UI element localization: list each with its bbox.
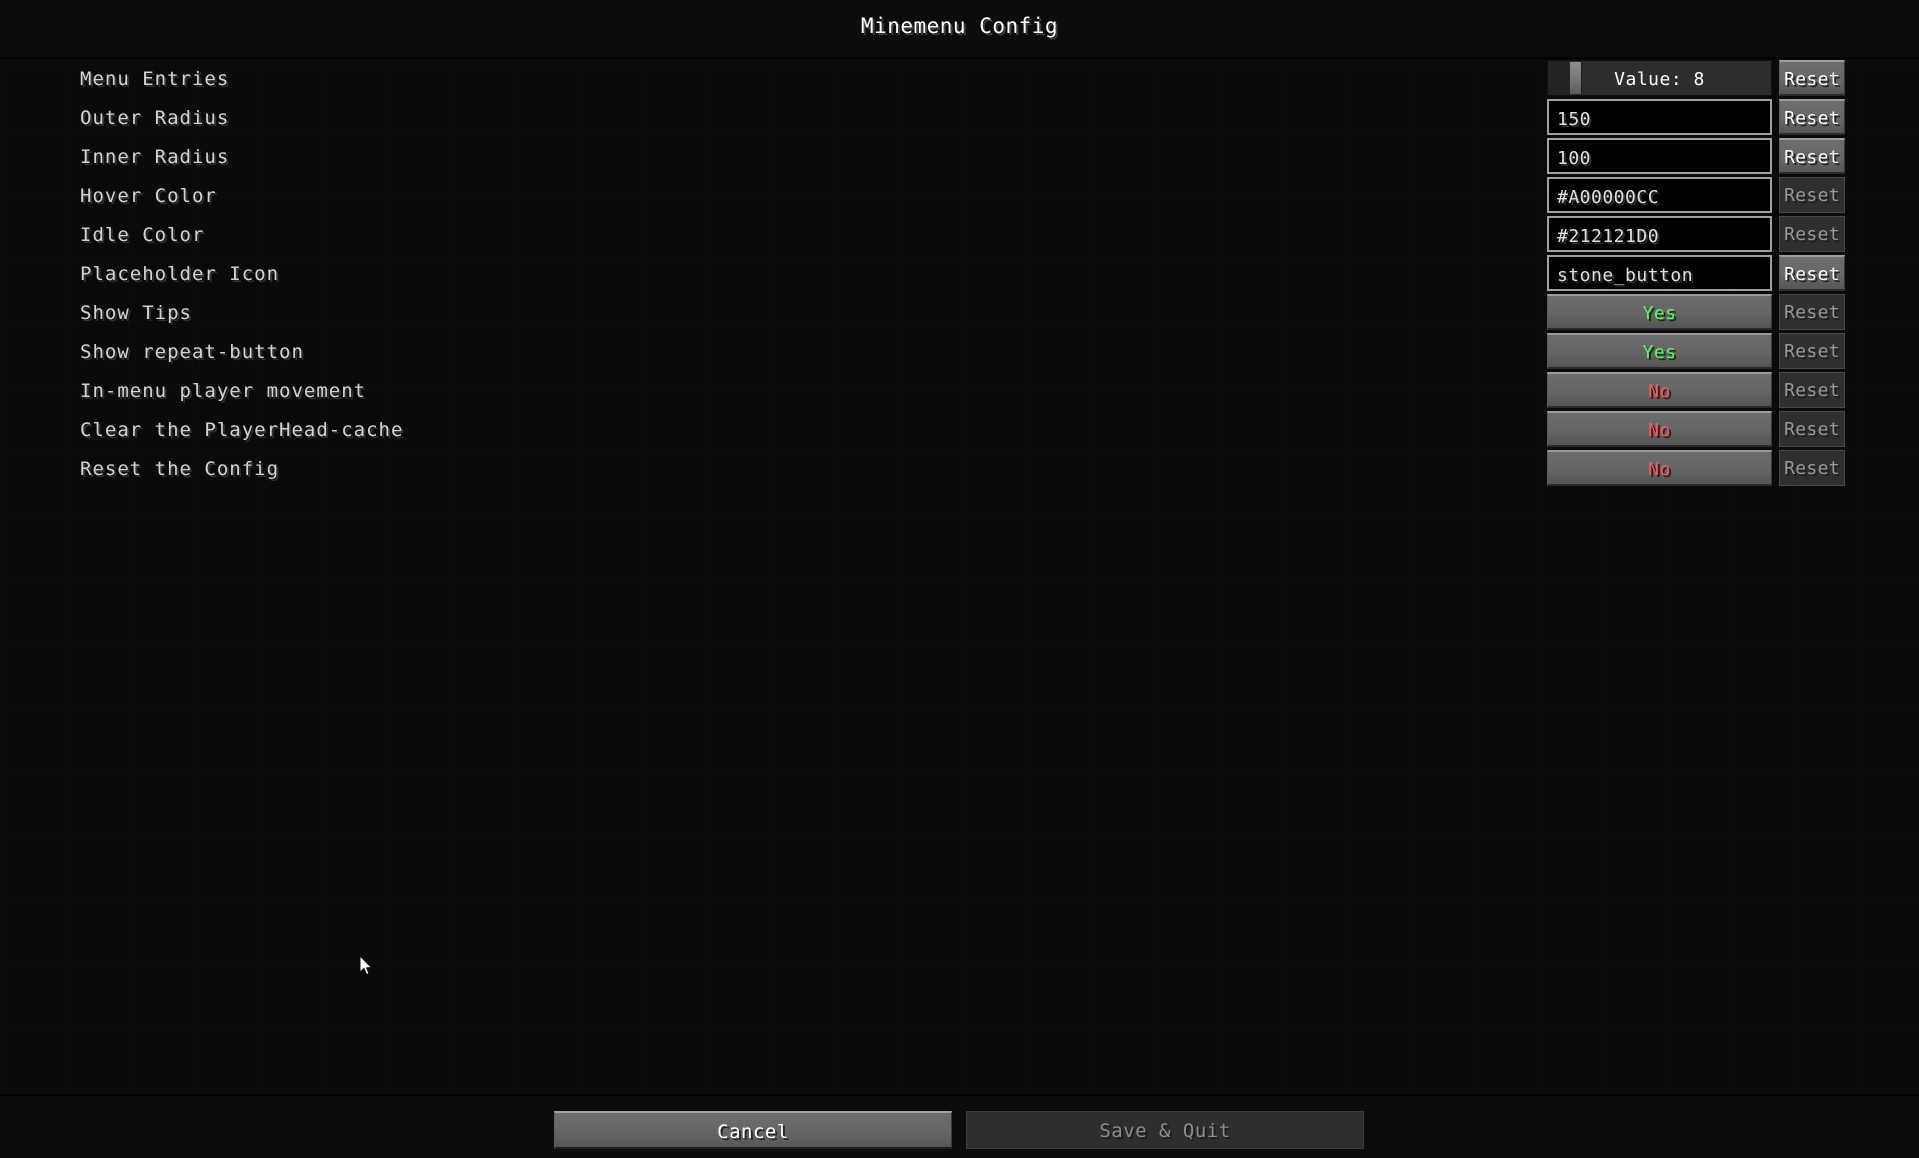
save-quit-button-label: Save & Quit (1099, 1120, 1231, 1142)
option-toggle-label: No (1648, 420, 1671, 441)
option-reset-slot: Reset (1779, 372, 1845, 408)
option-row: Reset the Config No Reset (0, 447, 1919, 495)
reset-button[interactable]: Reset (1779, 138, 1845, 174)
option-label: Reset the Config (80, 458, 280, 480)
option-control: No (1547, 411, 1772, 447)
header-bar: Minemenu Config (0, 0, 1919, 57)
option-label: Hover Color (80, 185, 217, 207)
option-text-input[interactable]: #212121D0 (1547, 216, 1772, 252)
option-label: Clear the PlayerHead-cache (80, 419, 404, 441)
reset-button-label: Reset (1784, 264, 1840, 285)
option-reset-slot: Reset (1779, 411, 1845, 447)
config-screen: Minemenu Config Menu Entries Value: 8 Rese… (0, 0, 1919, 1158)
reset-button-label: Reset (1784, 147, 1840, 168)
option-reset-slot: Reset (1779, 333, 1845, 369)
reset-button: Reset (1779, 177, 1845, 213)
cancel-button-label: Cancel (717, 1121, 789, 1143)
option-toggle-button[interactable]: No (1547, 450, 1772, 486)
option-text-input-value: 150 (1557, 109, 1592, 130)
reset-button-label: Reset (1784, 108, 1840, 129)
option-toggle-label: Yes (1642, 303, 1677, 324)
option-text-input[interactable]: stone_button (1547, 255, 1772, 291)
option-reset-slot: Reset (1779, 99, 1845, 135)
option-control: Yes (1547, 333, 1772, 369)
options-list: Menu Entries Value: 8 Reset Outer Radius 150… (0, 57, 1919, 1094)
reset-button-label: Reset (1784, 458, 1840, 479)
reset-button-label: Reset (1784, 302, 1840, 323)
slider-handle[interactable] (1570, 62, 1582, 94)
reset-button: Reset (1779, 294, 1845, 330)
reset-button-label: Reset (1784, 69, 1840, 90)
option-text-input[interactable]: 150 (1547, 99, 1772, 135)
reset-button[interactable]: Reset (1779, 99, 1845, 135)
option-text-input-value: stone_button (1557, 265, 1694, 286)
reset-button-label: Reset (1784, 341, 1840, 362)
option-text-input[interactable]: #A00000CC (1547, 177, 1772, 213)
option-text-input-value: #A00000CC (1557, 187, 1660, 208)
option-toggle-label: No (1648, 381, 1671, 402)
reset-button-label: Reset (1784, 419, 1840, 440)
option-toggle-label: No (1648, 459, 1671, 480)
option-label: Show Tips (80, 302, 192, 324)
option-label: In-menu player movement (80, 380, 367, 402)
option-label: Outer Radius (80, 107, 230, 129)
page-title: Minemenu Config (860, 14, 1059, 38)
slider-track (1548, 61, 1570, 95)
reset-button-label: Reset (1784, 380, 1840, 401)
reset-button-label: Reset (1784, 224, 1840, 245)
option-reset-slot: Reset (1779, 138, 1845, 174)
option-toggle-button[interactable]: No (1547, 411, 1772, 447)
option-reset-slot: Reset (1779, 177, 1845, 213)
option-control: No (1547, 450, 1772, 486)
option-text-input-value: #212121D0 (1557, 226, 1660, 247)
reset-button-label: Reset (1784, 185, 1840, 206)
option-reset-slot: Reset (1779, 216, 1845, 252)
option-control: #A00000CC (1547, 177, 1772, 213)
cancel-button[interactable]: Cancel (554, 1111, 952, 1149)
option-text-input[interactable]: 100 (1547, 138, 1772, 174)
reset-button: Reset (1779, 216, 1845, 252)
option-reset-slot: Reset (1779, 255, 1845, 291)
option-control: 150 (1547, 99, 1772, 135)
option-toggle-button[interactable]: Yes (1547, 294, 1772, 330)
reset-button: Reset (1779, 411, 1845, 447)
option-text-input-value: 100 (1557, 148, 1592, 169)
footer-bar (0, 1096, 1919, 1158)
option-control: #212121D0 (1547, 216, 1772, 252)
option-label: Inner Radius (80, 146, 230, 168)
option-toggle-label: Yes (1642, 342, 1677, 363)
option-reset-slot: Reset (1779, 294, 1845, 330)
save-quit-button[interactable]: Save & Quit (966, 1111, 1364, 1149)
reset-button[interactable]: Reset (1779, 255, 1845, 291)
reset-button: Reset (1779, 372, 1845, 408)
option-control: No (1547, 372, 1772, 408)
option-label: Placeholder Icon (80, 263, 280, 285)
option-reset-slot: Reset (1779, 450, 1845, 486)
option-label: Idle Color (80, 224, 205, 246)
option-control: Value: 8 (1547, 60, 1772, 96)
option-toggle-button[interactable]: Yes (1547, 333, 1772, 369)
option-label: Menu Entries (80, 68, 230, 90)
reset-button: Reset (1779, 450, 1845, 486)
option-control: stone_button (1547, 255, 1772, 291)
reset-button: Reset (1779, 333, 1845, 369)
reset-button[interactable]: Reset (1779, 60, 1845, 96)
option-control: 100 (1547, 138, 1772, 174)
menu-entries-slider[interactable]: Value: 8 (1547, 60, 1772, 96)
option-reset-slot: Reset (1779, 60, 1845, 96)
option-label: Show repeat-button (80, 341, 304, 363)
option-toggle-button[interactable]: No (1547, 372, 1772, 408)
option-control: Yes (1547, 294, 1772, 330)
